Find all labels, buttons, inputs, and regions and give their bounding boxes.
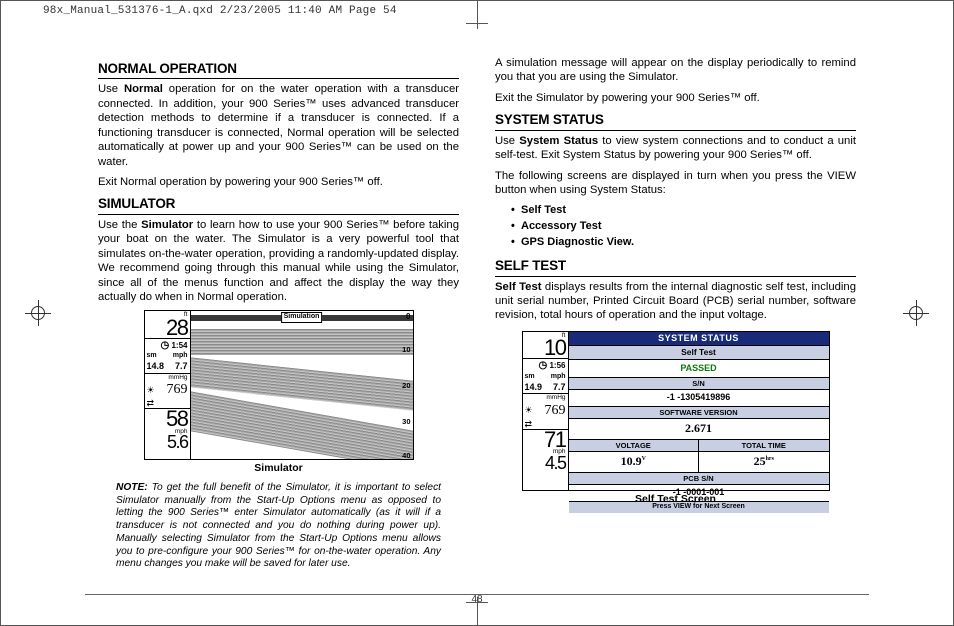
voltage-value: 10.9V (569, 452, 699, 471)
right-column: A simulation message will appear on the … (477, 42, 874, 594)
heading-self-test: SELF TEST (495, 257, 856, 276)
system-status-title: SYSTEM STATUS (569, 332, 829, 346)
list-item: Accessory Test (521, 219, 856, 235)
registration-mark-icon (25, 300, 51, 326)
depth-tick: 30 (402, 417, 410, 427)
unit-label: sm (147, 352, 157, 361)
simulation-badge: Simulation (281, 312, 323, 323)
sun-icon: ☀ (147, 385, 155, 397)
paragraph: A simulation message will appear on the … (495, 56, 856, 85)
unit-label: mph (173, 352, 188, 361)
bullet-list: Self Test Accessory Test GPS Diagnostic … (521, 203, 856, 251)
speed2-readout: 5.6 (147, 435, 188, 450)
list-item: Self Test (521, 203, 856, 219)
barometer-readout: 769 (167, 381, 188, 399)
speed-readout: 7.7 (175, 361, 188, 373)
self-test-readout-panel: ft 10 ◷ 1:56 smmph 14.97.7 mmHg ☀ (523, 332, 569, 490)
simulator-screenshot: ft 28 ◷ 1:54 smmph 14.87.7 mmHg ☀ (144, 310, 414, 460)
voltage-header: VOLTAGE (569, 440, 699, 453)
sun-icon: ☀ (525, 405, 533, 417)
paragraph: Use System Status to view system connect… (495, 134, 856, 163)
crop-mark-icon (477, 1, 478, 29)
software-header: SOFTWARE VERSION (569, 407, 829, 420)
print-header: 98x_Manual_531376-1_A.qxd 2/23/2005 11:4… (43, 5, 397, 17)
software-value: 2.671 (569, 419, 829, 438)
heading-system-status: SYSTEM STATUS (495, 111, 856, 130)
paragraph: Use Normal operation for on the water op… (98, 82, 459, 169)
self-test-subtitle: Self Test (569, 345, 829, 360)
depth-readout: 28 (147, 319, 188, 338)
serial-header: S/N (569, 378, 829, 391)
paragraph: Use the Simulator to learn how to use yo… (98, 218, 459, 305)
distance-readout: 14.9 (525, 382, 543, 394)
note: NOTE: To get the full benefit of the Sim… (116, 482, 441, 571)
depth-readout: 10 (525, 339, 566, 358)
unit-label: mph (551, 373, 566, 382)
crop-mark-icon (466, 23, 488, 24)
page-number: 48 (471, 594, 482, 605)
depth-tick: 10 (402, 345, 410, 355)
time-readout: 1:56 (549, 361, 565, 370)
self-test-screenshot: ft 10 ◷ 1:56 smmph 14.97.7 mmHg ☀ (522, 331, 830, 491)
pcb-header: PCB S/N (569, 473, 829, 486)
total-time-value: 25hrs (699, 452, 829, 471)
time-readout: 1:54 (171, 341, 187, 350)
barometer-readout: 769 (545, 402, 566, 420)
depth2-readout: 58 (147, 410, 188, 429)
self-test-main: SYSTEM STATUS Self Test PASSED S/N -1 -1… (569, 332, 829, 490)
temp-readout: 71 (525, 431, 566, 450)
speed2-readout: 4.5 (525, 456, 566, 471)
heading-normal-operation: NORMAL OPERATION (98, 60, 459, 79)
unit-label: sm (525, 373, 535, 382)
passed-label: PASSED (569, 360, 829, 377)
paragraph: Exit Normal operation by powering your 9… (98, 175, 459, 189)
depth-tick: 20 (402, 381, 410, 391)
clock-icon: ◷ (539, 360, 548, 371)
manual-page: 98x_Manual_531376-1_A.qxd 2/23/2005 11:4… (0, 0, 954, 626)
depth-tick: 40 (402, 451, 410, 459)
page-body: NORMAL OPERATION Use Normal operation fo… (79, 41, 875, 595)
list-item: GPS Diagnostic View. (521, 235, 856, 251)
distance-readout: 14.8 (147, 361, 165, 373)
total-time-header: TOTAL TIME (699, 440, 829, 453)
sonar-display: Simulation 0 10 20 30 40 (191, 311, 413, 459)
depth-tick: 0 (406, 312, 410, 322)
registration-mark-icon (903, 300, 929, 326)
figure-simulator: ft 28 ◷ 1:54 smmph 14.87.7 mmHg ☀ (144, 310, 414, 475)
serial-value: -1 -1305419896 (569, 390, 829, 406)
simulator-readout-panel: ft 28 ◷ 1:54 smmph 14.87.7 mmHg ☀ (145, 311, 191, 459)
figure-self-test: ft 10 ◷ 1:56 smmph 14.97.7 mmHg ☀ (522, 331, 830, 506)
left-column: NORMAL OPERATION Use Normal operation fo… (80, 42, 477, 594)
figure-caption: Simulator (144, 462, 414, 475)
paragraph: Self Test displays results from the inte… (495, 280, 856, 323)
heading-simulator: SIMULATOR (98, 195, 459, 214)
paragraph: Exit the Simulator by powering your 900 … (495, 91, 856, 105)
paragraph: The following screens are displayed in t… (495, 169, 856, 198)
speed-readout: 7.7 (553, 382, 566, 394)
clock-icon: ◷ (161, 340, 170, 351)
